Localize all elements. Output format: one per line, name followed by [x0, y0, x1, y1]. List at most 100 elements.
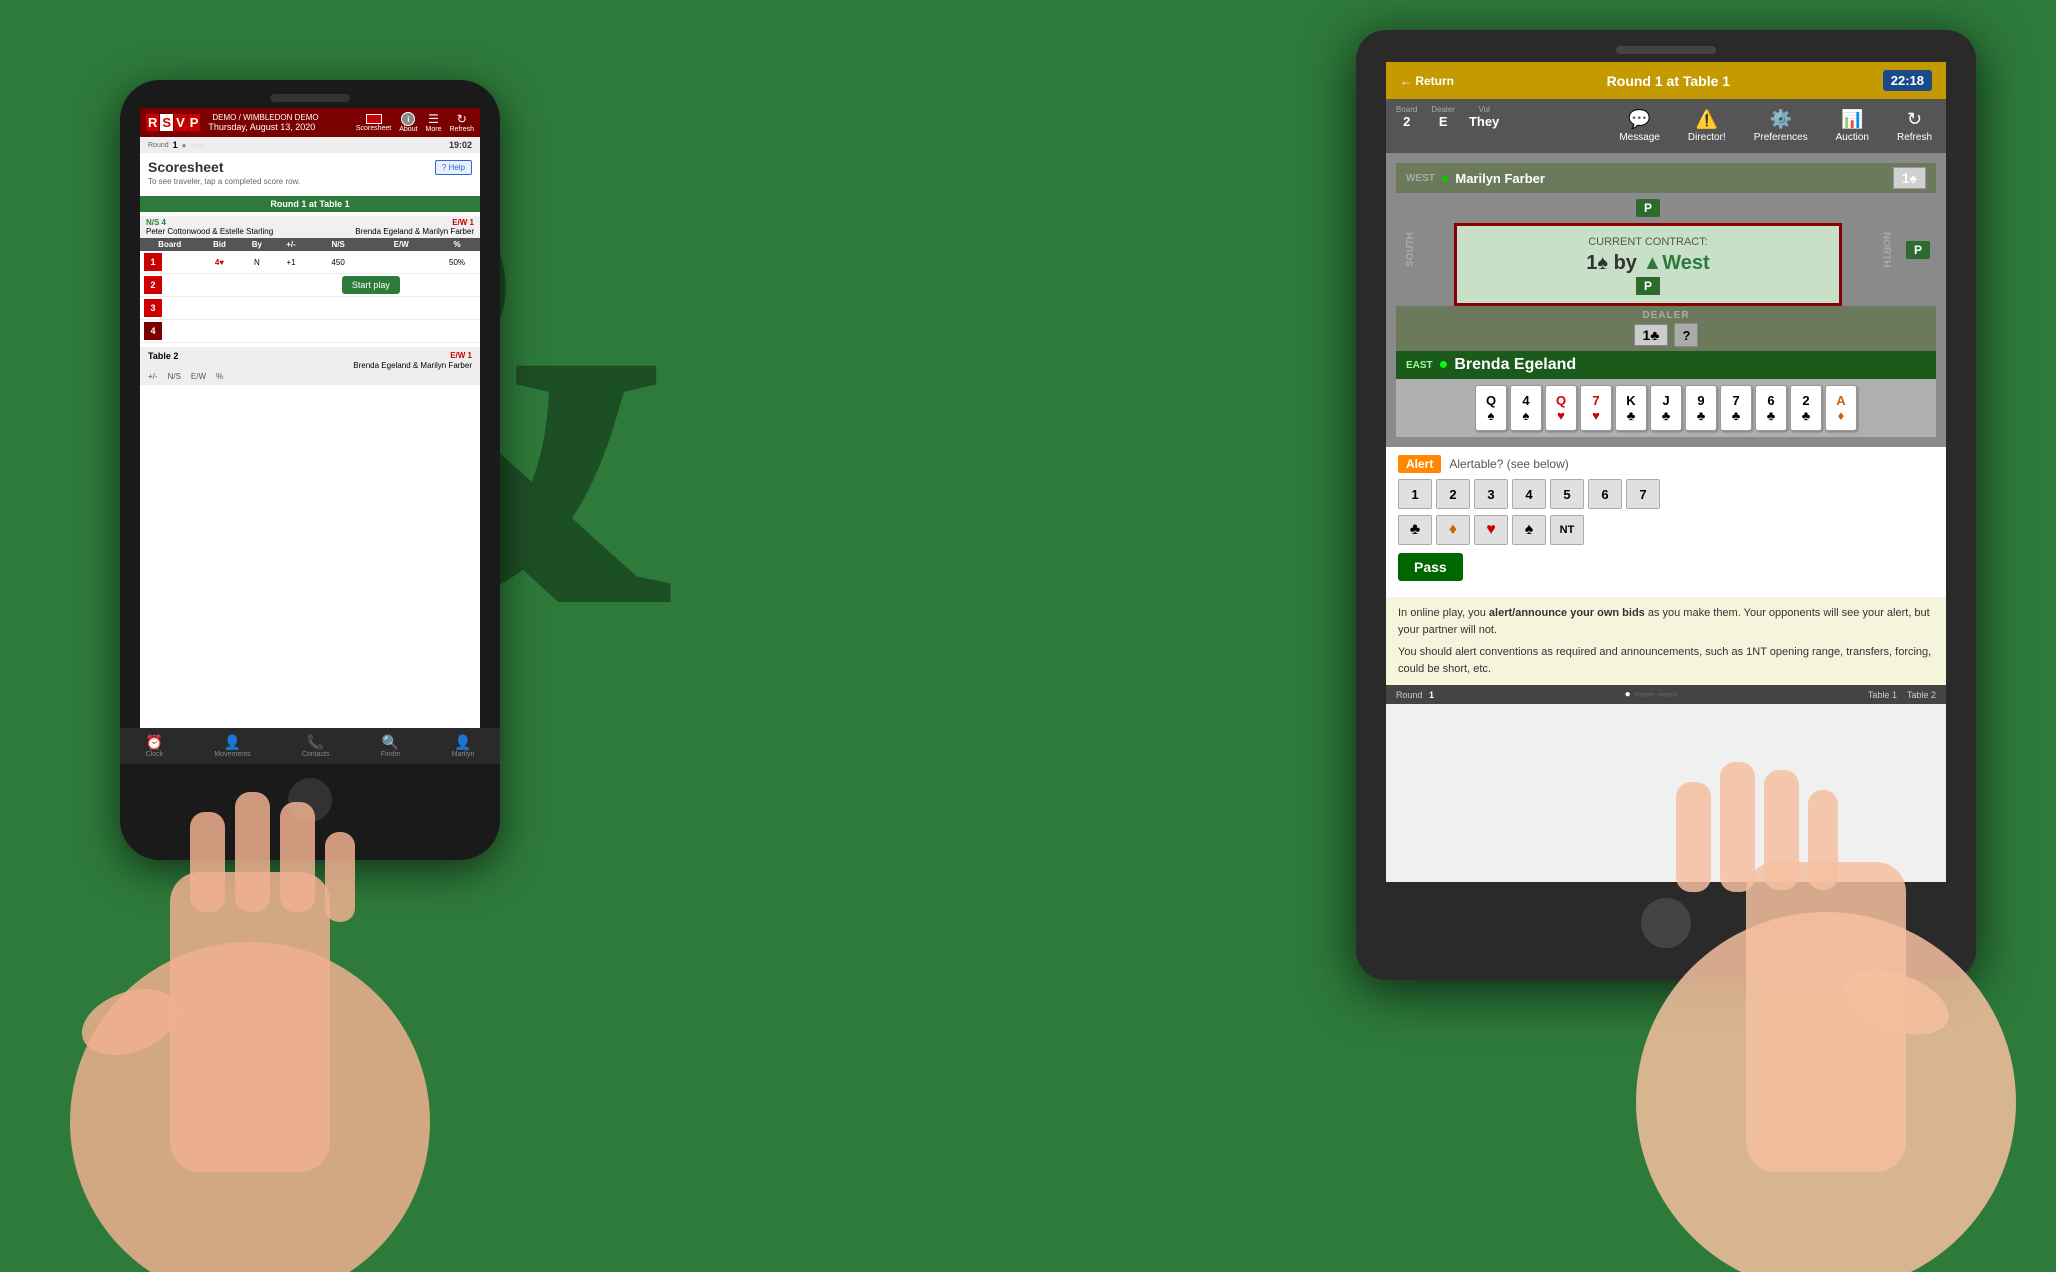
bid-num-4[interactable]: 4: [1512, 479, 1546, 509]
pass-button[interactable]: Pass: [1398, 553, 1463, 581]
card-7-club: 7♣: [1720, 385, 1752, 431]
south-bid-question[interactable]: ?: [1674, 323, 1698, 347]
tablet-bottom-round: Round 1: [1396, 690, 1434, 700]
west-label-text: WEST: [1406, 173, 1435, 184]
board-info-dealer: Dealer E: [1431, 105, 1455, 129]
start-play-btn[interactable]: Start play: [342, 276, 400, 294]
nav-scoresheet-label: Scoresheet: [356, 125, 391, 132]
tablet-toolbar: Board 2 Dealer E Vul They 💬 Mes: [1386, 99, 1946, 153]
phone-nav-bar: ⏰Clock 👤Movements 📞Contacts 🔍Finder 👤Mar…: [120, 728, 500, 764]
col-board: Board: [140, 238, 199, 251]
nav-movements[interactable]: 👤Movements: [214, 734, 250, 758]
card-7-heart: 7♥: [1580, 385, 1612, 431]
nav-scoresheet[interactable]: Scoresheet: [356, 114, 391, 132]
director-icon: ⚠️: [1696, 109, 1718, 130]
vul-value: They: [1469, 114, 1499, 129]
help-btn[interactable]: ? Help: [435, 160, 472, 175]
card-j-club: J♣: [1650, 385, 1682, 431]
table2-players: Brenda Egeland & Marilyn Farber: [148, 361, 472, 370]
pass-badge-right-container: P: [1900, 193, 1936, 306]
scoresheet-title: Scoresheet: [148, 159, 223, 175]
board-4: 4: [144, 322, 162, 340]
bid-num-3[interactable]: 3: [1474, 479, 1508, 509]
pm-3: [274, 297, 308, 320]
tablet-home-button[interactable]: [1641, 898, 1691, 948]
pct-2: [434, 274, 480, 297]
director-btn[interactable]: ⚠️ Director!: [1674, 103, 1740, 149]
ns-label: N/S 4: [146, 218, 166, 227]
south-area: DEALER 1♣ ?: [1396, 306, 1936, 351]
contract-direction: ▲West: [1642, 252, 1709, 274]
nav-refresh[interactable]: ↻ Refresh: [449, 112, 474, 133]
message-label: Message: [1619, 132, 1660, 143]
nav-contacts[interactable]: 📞Contacts: [302, 734, 330, 758]
nav-more[interactable]: ☰ More: [426, 112, 442, 133]
tablet-bottom-bar: Round 1 ● ○○○○ ○○○○ Table 1 Table 2: [1386, 685, 1946, 704]
east-label-text: EAST: [1406, 360, 1433, 371]
phone-home-button[interactable]: [288, 778, 332, 822]
board-info-vul: Vul They: [1469, 105, 1499, 129]
pct-1: 50%: [434, 251, 480, 274]
auction-btn[interactable]: 📊 Auction: [1822, 103, 1883, 149]
table-row[interactable]: 4: [140, 320, 480, 343]
bid-num-6[interactable]: 6: [1588, 479, 1622, 509]
score-table: Board Bid By +/- N/S E/W % 1 4♥ N +1: [140, 238, 480, 343]
table-row[interactable]: 3: [140, 297, 480, 320]
card-9-club: 9♣: [1685, 385, 1717, 431]
by-3: [239, 297, 274, 320]
nav-refresh-label: Refresh: [449, 126, 474, 133]
logo-s: S: [160, 114, 173, 131]
auction-label: Auction: [1836, 132, 1869, 143]
bid-1: 4♥: [199, 251, 239, 274]
board-value: 2: [1403, 114, 1410, 129]
ns-3: [308, 297, 369, 320]
nav-clock[interactable]: ⏰Clock: [146, 734, 164, 758]
return-btn[interactable]: ← Return: [1400, 74, 1454, 88]
south-bid-display: 1♣: [1634, 324, 1669, 346]
bid-heart-btn[interactable]: ♥: [1474, 515, 1508, 545]
west-player-name: Marilyn Farber: [1455, 171, 1545, 186]
bid-num-1[interactable]: 1: [1398, 479, 1432, 509]
rsvp-logo: R S V P: [146, 114, 200, 131]
col-pm-t2: +/-: [148, 372, 158, 381]
pass-badge-1: P: [1636, 199, 1660, 217]
message-btn[interactable]: 💬 Message: [1605, 103, 1674, 149]
card-4-spade: 4♠: [1510, 385, 1542, 431]
logo-v: V: [174, 114, 187, 131]
board-info-board: Board 2: [1396, 105, 1417, 129]
table-row[interactable]: 1 4♥ N +1 450 50%: [140, 251, 480, 274]
ns-players: Peter Cottonwood & Estelle Starling: [146, 227, 273, 236]
phone-time: 19:02: [449, 140, 472, 150]
start-play-cell[interactable]: Start play: [308, 274, 434, 297]
info-paragraph-1: In online play, you alert/announce your …: [1398, 605, 1934, 638]
nav-about[interactable]: i About: [399, 112, 417, 133]
alert-row: Alert Alertable? (see below): [1398, 455, 1934, 473]
cards-row: Q♠ 4♠ Q♥ 7♥ K♣ J♣: [1396, 379, 1936, 437]
bid-num-5[interactable]: 5: [1550, 479, 1584, 509]
contract-label: CURRENT CONTRACT:: [1467, 236, 1829, 248]
alert-text: Alertable? (see below): [1449, 457, 1568, 471]
bid-diamond-btn[interactable]: ♦: [1436, 515, 1470, 545]
col-by: By: [239, 238, 274, 251]
bid-club-btn[interactable]: ♣: [1398, 515, 1432, 545]
refresh-btn[interactable]: ↻ Refresh: [1883, 103, 1946, 149]
contract-value: 1♠ by ▲West: [1467, 252, 1829, 275]
table-row[interactable]: 2 Start play: [140, 274, 480, 297]
round-header: Round 1 at Table 1: [140, 196, 480, 212]
preferences-label: Preferences: [1754, 132, 1808, 143]
demo-date: Thursday, August 13, 2020: [208, 122, 318, 132]
tablet-screen: ← Return Round 1 at Table 1 22:18 Board …: [1386, 62, 1946, 882]
bid-spade-btn[interactable]: ♠: [1512, 515, 1546, 545]
board-label: Board: [1396, 105, 1417, 114]
nav-marilyn[interactable]: 👤Marilyn: [452, 734, 475, 758]
nav-finder[interactable]: 🔍Finder: [381, 734, 401, 758]
bid-num-2[interactable]: 2: [1436, 479, 1470, 509]
refresh-icon: ↻: [1907, 109, 1922, 130]
bid-num-7[interactable]: 7: [1626, 479, 1660, 509]
demo-label: DEMO / WIMBLEDON DEMO: [212, 113, 318, 122]
preferences-btn[interactable]: ⚙️ Preferences: [1740, 103, 1822, 149]
bid-numbers: 1 2 3 4 5 6 7: [1398, 479, 1934, 509]
tablet-speaker: [1616, 46, 1716, 54]
ew-players: Brenda Egeland & Marilyn Farber: [355, 227, 474, 236]
bid-nt-btn[interactable]: NT: [1550, 515, 1584, 545]
